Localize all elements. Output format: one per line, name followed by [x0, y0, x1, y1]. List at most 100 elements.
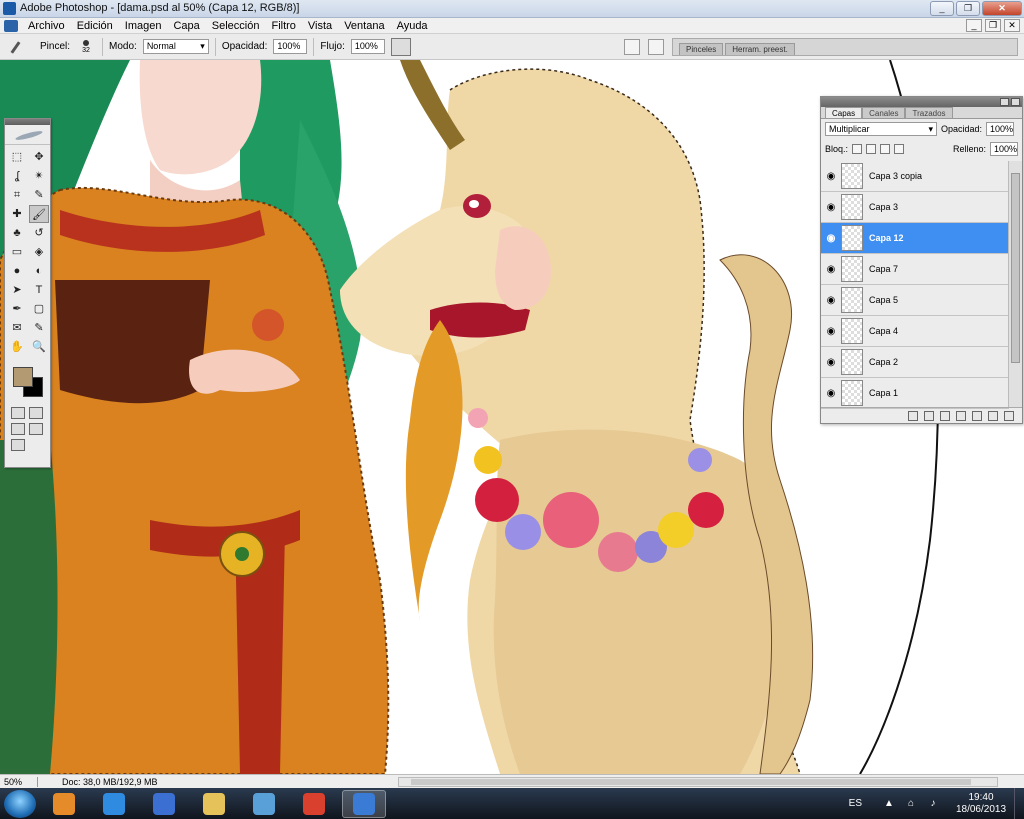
layer-mask-icon[interactable]: [940, 410, 950, 421]
taskbar-app[interactable]: [92, 790, 136, 818]
lock-transparency-icon[interactable]: [852, 144, 863, 154]
layers-panel-header[interactable]: [821, 97, 1022, 107]
layer-row[interactable]: ◉ Capa 2: [821, 347, 1009, 378]
layer-row[interactable]: ◉ Capa 4: [821, 316, 1009, 347]
layer-opacity-field[interactable]: 100%: [986, 122, 1015, 136]
flow-field[interactable]: 100%: [350, 39, 385, 54]
standard-mode-icon[interactable]: [11, 407, 25, 419]
layer-style-icon[interactable]: [924, 410, 934, 421]
type-tool-icon[interactable]: T: [29, 281, 49, 299]
lock-pixels-icon[interactable]: [866, 144, 877, 154]
taskbar-app[interactable]: [192, 790, 236, 818]
document-icon[interactable]: [4, 19, 18, 32]
menu-ventana[interactable]: Ventana: [338, 20, 390, 32]
visibility-eye-icon[interactable]: ◉: [821, 357, 841, 368]
tab-pinceles[interactable]: Pinceles: [679, 43, 724, 55]
blend-mode-select[interactable]: Multiplicar ▾: [825, 122, 937, 136]
marquee-tool-icon[interactable]: ⬚: [7, 148, 27, 166]
trash-icon[interactable]: [1004, 410, 1014, 421]
doc-restore-button[interactable]: ❐: [985, 19, 1001, 32]
new-group-icon[interactable]: [972, 410, 982, 421]
new-layer-icon[interactable]: [988, 410, 998, 421]
tab-herram-preest[interactable]: Herram. preest.: [725, 43, 795, 55]
taskbar-app[interactable]: [142, 790, 186, 818]
foreground-color-swatch[interactable]: [13, 367, 33, 387]
palette-toggle-icon[interactable]: [648, 39, 664, 55]
volume-icon[interactable]: ♪: [926, 798, 940, 810]
network-icon[interactable]: ⌂: [904, 798, 918, 810]
doc-minimize-button[interactable]: _: [966, 19, 982, 32]
tab-canales[interactable]: Canales: [862, 107, 906, 118]
taskbar-app[interactable]: [42, 790, 86, 818]
zoom-tool-icon[interactable]: 🔍: [29, 338, 49, 356]
slice-tool-icon[interactable]: ✎: [29, 186, 49, 204]
layers-scrollbar[interactable]: [1008, 161, 1022, 407]
tab-capas[interactable]: Capas: [825, 107, 863, 118]
horizontal-scrollbar[interactable]: [398, 777, 998, 787]
magic-wand-tool-icon[interactable]: ✴: [29, 167, 49, 185]
layer-row[interactable]: ◉ Capa 7: [821, 254, 1009, 285]
eyedropper-tool-icon[interactable]: ✎: [29, 319, 49, 337]
taskbar-app-active[interactable]: [342, 789, 386, 818]
panel-minimize-button[interactable]: [1000, 98, 1009, 106]
clone-stamp-tool-icon[interactable]: ♣: [7, 224, 27, 242]
healing-tool-icon[interactable]: ✚: [7, 205, 27, 223]
quick-mask-icon[interactable]: [29, 407, 43, 419]
visibility-eye-icon[interactable]: ◉: [821, 171, 841, 182]
hand-tool-icon[interactable]: ✋: [7, 338, 27, 356]
maximize-button[interactable]: ❐: [956, 1, 980, 16]
scroll-thumb[interactable]: [411, 779, 971, 785]
zoom-level[interactable]: 50%: [0, 776, 38, 787]
close-button[interactable]: ✕: [982, 1, 1022, 16]
minimize-button[interactable]: _: [930, 1, 954, 16]
layer-row[interactable]: ◉ Capa 1: [821, 378, 1009, 409]
menu-imagen[interactable]: Imagen: [119, 20, 168, 32]
visibility-eye-icon[interactable]: ◉: [821, 326, 841, 337]
jump-to-imageready-icon[interactable]: [11, 439, 25, 451]
path-select-tool-icon[interactable]: ➤: [7, 281, 27, 299]
start-button[interactable]: [4, 789, 36, 818]
taskbar-app[interactable]: [242, 790, 286, 818]
history-brush-tool-icon[interactable]: ↺: [29, 224, 49, 242]
show-desktop-button[interactable]: [1014, 788, 1024, 819]
crop-tool-icon[interactable]: ⌗: [7, 186, 27, 204]
screen-mode-full-icon[interactable]: [29, 423, 43, 435]
blur-tool-icon[interactable]: ●: [7, 262, 27, 280]
file-browser-icon[interactable]: [624, 39, 640, 55]
panel-close-button[interactable]: [1011, 98, 1020, 106]
lock-position-icon[interactable]: [880, 144, 891, 154]
opacity-field[interactable]: 100%: [273, 39, 308, 54]
tab-trazados[interactable]: Trazados: [905, 107, 953, 118]
menu-ayuda[interactable]: Ayuda: [391, 20, 434, 32]
bucket-tool-icon[interactable]: ◈: [29, 243, 49, 261]
dodge-tool-icon[interactable]: ◐: [29, 262, 49, 280]
mode-select[interactable]: Normal ▾: [142, 39, 209, 54]
menu-filtro[interactable]: Filtro: [265, 20, 301, 32]
visibility-eye-icon[interactable]: ◉: [821, 295, 841, 306]
screen-mode-standard-icon[interactable]: [11, 423, 25, 435]
menu-edicion[interactable]: Edición: [71, 20, 119, 32]
move-tool-icon[interactable]: ✥: [29, 148, 49, 166]
airbrush-toggle-icon[interactable]: [390, 37, 411, 56]
menu-capa[interactable]: Capa: [167, 20, 205, 32]
notes-tool-icon[interactable]: ✉: [7, 319, 27, 337]
brush-size-picker[interactable]: 32: [76, 37, 96, 57]
link-layers-icon[interactable]: [908, 410, 918, 421]
layer-row[interactable]: ◉ Capa 3: [821, 192, 1009, 223]
adjustment-layer-icon[interactable]: [956, 410, 966, 421]
layer-row[interactable]: ◉ Capa 5: [821, 285, 1009, 316]
layer-row[interactable]: ◉ Capa 3 copia: [821, 161, 1009, 192]
clock[interactable]: 19:40 18/06/2013: [948, 792, 1014, 816]
menu-vista[interactable]: Vista: [302, 20, 338, 32]
visibility-eye-icon[interactable]: ◉: [821, 233, 841, 244]
taskbar-app[interactable]: [292, 790, 336, 818]
eraser-tool-icon[interactable]: ▭: [7, 243, 27, 261]
visibility-eye-icon[interactable]: ◉: [821, 388, 841, 399]
brush-tool-icon[interactable]: 🖌: [29, 205, 49, 223]
brush-tool-preset-icon[interactable]: [8, 37, 34, 57]
lock-all-icon[interactable]: [894, 144, 905, 154]
doc-close-button[interactable]: ✕: [1004, 19, 1020, 32]
pen-tool-icon[interactable]: ✒: [7, 300, 27, 318]
shape-tool-icon[interactable]: ▢: [29, 300, 49, 318]
menu-archivo[interactable]: Archivo: [22, 20, 71, 32]
